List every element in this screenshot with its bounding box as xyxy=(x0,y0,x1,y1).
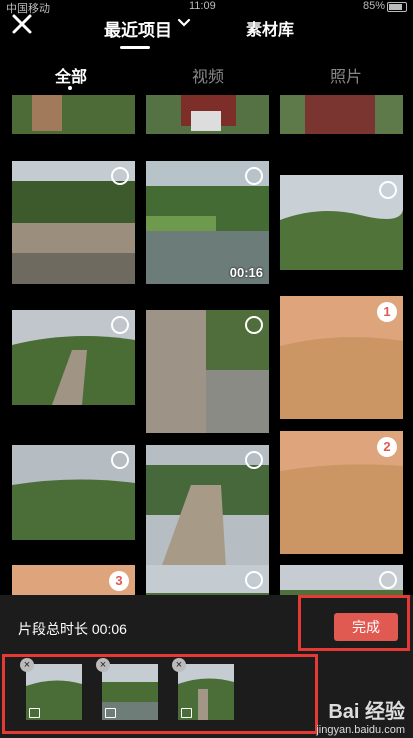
title-underline xyxy=(120,46,150,49)
media-tile[interactable]: 00:16 xyxy=(146,161,269,284)
select-circle[interactable] xyxy=(379,181,397,199)
total-duration: 片段总时长 00:06 xyxy=(18,621,127,637)
media-tile[interactable] xyxy=(146,95,269,134)
media-tile[interactable] xyxy=(12,310,135,405)
media-tile[interactable] xyxy=(12,161,135,284)
clock: 11:09 xyxy=(189,0,216,12)
tab-photo[interactable]: 照片 xyxy=(330,63,362,87)
close-icon[interactable] xyxy=(10,12,34,36)
tab-video[interactable]: 视频 xyxy=(192,63,224,87)
select-circle[interactable] xyxy=(245,316,263,334)
photo-icon xyxy=(29,708,40,718)
select-circle[interactable] xyxy=(245,167,263,185)
select-circle[interactable] xyxy=(245,451,263,469)
select-circle[interactable] xyxy=(379,571,397,589)
material-library-tab[interactable]: 素材库 xyxy=(246,16,294,40)
select-circle[interactable] xyxy=(245,571,263,589)
status-bar: 中国移动 11:09 85% xyxy=(0,0,413,15)
album-title[interactable]: 最近项目 xyxy=(104,16,172,41)
media-tile[interactable] xyxy=(146,310,269,433)
media-tile[interactable] xyxy=(280,565,403,595)
video-duration: 00:16 xyxy=(229,265,263,280)
tab-all[interactable]: 全部 xyxy=(55,63,87,87)
select-circle[interactable] xyxy=(111,316,129,334)
select-circle[interactable] xyxy=(111,451,129,469)
battery-icon xyxy=(387,2,407,12)
remove-clip-icon[interactable]: × xyxy=(172,658,186,672)
selection-number[interactable]: 3 xyxy=(109,571,129,591)
remove-clip-icon[interactable]: × xyxy=(96,658,110,672)
watermark-url: jingyan.baidu.com xyxy=(316,724,405,736)
media-tile[interactable] xyxy=(280,175,403,270)
watermark-brand: Bai 经验 xyxy=(328,701,405,723)
media-tile[interactable] xyxy=(280,95,403,134)
done-button[interactable]: 完成 xyxy=(334,613,398,641)
remove-clip-icon[interactable]: × xyxy=(20,658,34,672)
watermark: Bai 经验 jingyan.baidu.com xyxy=(316,695,405,736)
selection-number[interactable]: 1 xyxy=(377,302,397,322)
media-tile-selected[interactable]: 2 xyxy=(280,431,403,554)
media-tile[interactable] xyxy=(146,565,269,595)
media-tile-selected[interactable]: 1 xyxy=(280,296,403,419)
select-circle[interactable] xyxy=(111,167,129,185)
selected-clip-thumb[interactable] xyxy=(26,664,82,720)
media-tile[interactable] xyxy=(12,95,135,134)
active-tab-dot xyxy=(68,86,72,90)
photo-icon xyxy=(181,708,192,718)
battery-percent: 85% xyxy=(362,0,385,12)
selected-clip-thumb[interactable] xyxy=(102,664,158,720)
media-tile[interactable] xyxy=(146,445,269,568)
selection-number[interactable]: 2 xyxy=(377,437,397,457)
selected-clip-thumb[interactable] xyxy=(178,664,234,720)
photo-icon xyxy=(105,708,116,718)
media-tile[interactable] xyxy=(12,445,135,540)
media-grid: 00:16 1 2 3 xyxy=(0,95,413,595)
media-tile-selected[interactable]: 3 xyxy=(12,565,135,595)
chevron-down-icon[interactable] xyxy=(177,16,191,30)
